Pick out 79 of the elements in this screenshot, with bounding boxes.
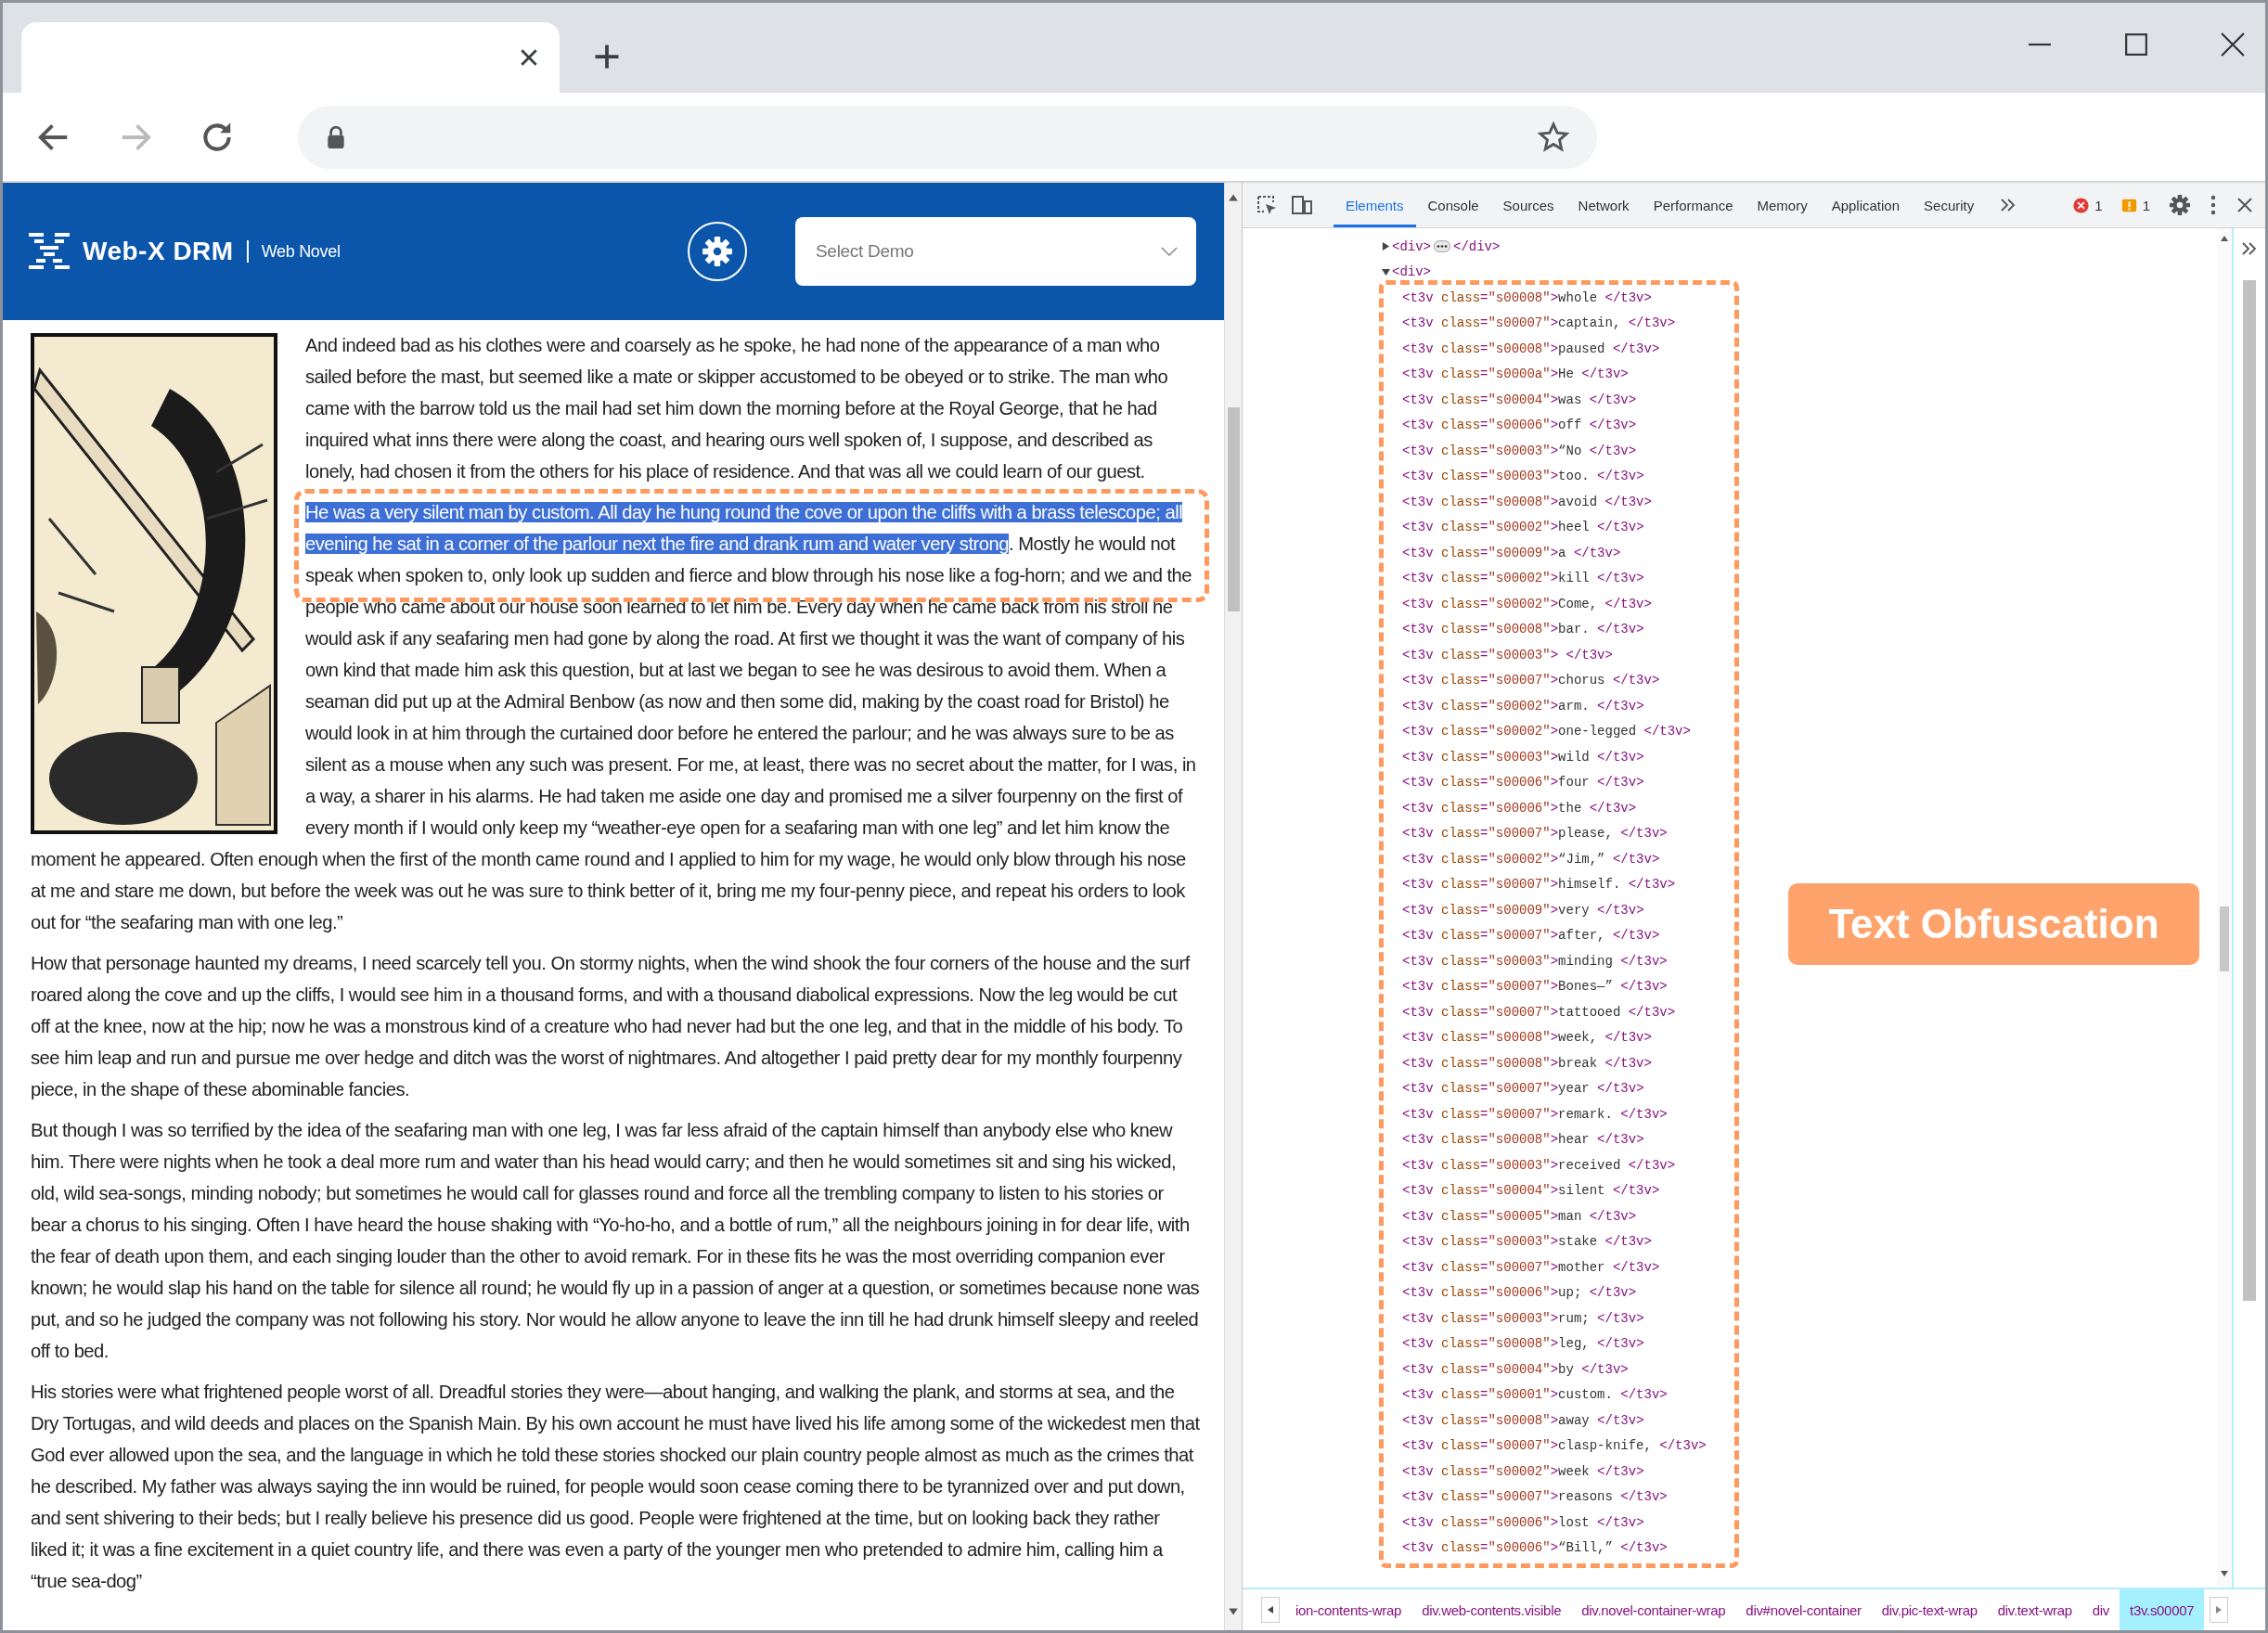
dom-node[interactable]: <t3v class="s00006">“Bill,” </t3v> xyxy=(1402,1540,1668,1556)
breadcrumb-item[interactable]: div.novel-container-wrap xyxy=(1571,1589,1736,1630)
devtools-tab[interactable]: Application xyxy=(1819,186,1913,227)
dom-node[interactable]: <t3v class="s00007">please, </t3v> xyxy=(1402,826,1668,842)
dom-node[interactable]: <t3v class="s00002">heel </t3v> xyxy=(1402,520,1644,535)
brand-name: Web-X DRM xyxy=(83,237,234,266)
dom-node[interactable]: <t3v class="s00006">up; </t3v> xyxy=(1402,1285,1637,1301)
breadcrumb-item[interactable]: ion-contents-wrap xyxy=(1285,1589,1412,1630)
dom-node[interactable]: <t3v class="s00008">hear </t3v> xyxy=(1402,1132,1644,1148)
dom-tag[interactable]: <div> xyxy=(1392,238,1431,254)
dom-node[interactable]: <t3v class="s00008">week, </t3v> xyxy=(1402,1030,1652,1046)
dom-node[interactable]: <t3v class="s00003">wild </t3v> xyxy=(1402,749,1644,765)
section-title: Web Novel xyxy=(261,241,341,262)
dom-node[interactable]: <t3v class="s00007">chorus </t3v> xyxy=(1402,673,1660,688)
devtools-tab[interactable]: Security xyxy=(1912,186,1987,227)
error-count: 1 xyxy=(2094,197,2103,213)
novel-paragraph: But though I was so terrified by the idea of the seafaring man with one leg, I was far less afraid of the captain himself than anybody else who knew him. There were nights when he took a deal more rum and water than his head would carry; and then he would sometimes sit and sing his wicked, old, wild sea-songs, minding nobody; but sometimes he would call for glasses round and force all the trembling company to listen to his stories or bear a chorus to his singing. Often I have heard the house shaking with “Yo-ho-ho, and a bottle of rum,” all the neighbours joining in for dear life, with the fear of death upon them, and each singing louder than the other to avoid remark. For in these fits he was the most overriding companion ever known; he would slap his hand on the table for silence all round; he would fly up in a passion of anger at a question, or sometimes because none was put, and so he judged the company was not following his story. Nor would he allow anyone to leave the inn till he had drunk himself sleepy and reeled off to bed. xyxy=(31,1119,1200,1363)
dom-node[interactable]: <t3v class="s00003">too. </t3v> xyxy=(1402,469,1644,484)
dom-node[interactable]: <t3v class="s00002">Come, </t3v> xyxy=(1402,596,1652,611)
dom-node[interactable]: <t3v class="s00002">kill </t3v> xyxy=(1402,571,1644,586)
dom-node[interactable]: <t3v class="s00003">“No </t3v> xyxy=(1402,443,1637,458)
dom-node[interactable]: <t3v class="s00002">week </t3v> xyxy=(1402,1463,1644,1479)
dom-node[interactable]: <t3v class="s00003"> </t3v> xyxy=(1402,647,1613,662)
breadcrumb-item[interactable]: t3v.s00007 xyxy=(2120,1589,2205,1630)
dom-node[interactable]: <t3v class="s00008">bar. </t3v> xyxy=(1402,622,1644,637)
dom-node[interactable]: <t3v class="s00002">arm. </t3v> xyxy=(1402,698,1644,714)
dom-node[interactable]: <t3v class="s00001">custom. </t3v> xyxy=(1402,1387,1668,1403)
dom-tag[interactable]: <div> xyxy=(1392,264,1431,280)
dom-node[interactable]: <t3v class="s00007">clasp-knife, </t3v> xyxy=(1402,1438,1707,1454)
devtools-tab[interactable]: Elements xyxy=(1334,186,1416,227)
dom-node[interactable]: <t3v class="s00009">very </t3v> xyxy=(1402,902,1644,918)
dom-node[interactable]: <t3v class="s00007">tattooed </t3v> xyxy=(1402,1004,1676,1020)
dom-node[interactable]: <t3v class="s00007">mother </t3v> xyxy=(1402,1259,1660,1275)
breadcrumb-item[interactable]: div xyxy=(2081,1589,2120,1630)
devtools-tab[interactable]: Performance xyxy=(1641,186,1746,227)
dom-node[interactable]: <t3v class="s00004">silent </t3v> xyxy=(1402,1183,1660,1199)
devtools-tab[interactable]: Network xyxy=(1566,186,1642,227)
dom-node[interactable]: <t3v class="s00002">“Jim,” </t3v> xyxy=(1402,851,1660,867)
dom-tag[interactable]: </div> xyxy=(1453,238,1501,254)
warning-count: 1 xyxy=(2142,197,2150,213)
dom-node[interactable]: <t3v class="s00003">received </t3v> xyxy=(1402,1157,1676,1173)
dom-node[interactable]: <t3v class="s00003">minding </t3v> xyxy=(1402,953,1668,969)
dom-node[interactable]: <t3v class="s00007">captain, </t3v> xyxy=(1402,315,1676,331)
dom-node[interactable]: <t3v class="s00007">after, </t3v> xyxy=(1402,928,1660,944)
novel-paragraph: And indeed bad as his clothes were and coarsely as he spoke, he had none of the appearance of a man who sailed before the mast, but seemed like a mate or skipper accustomed to be obeyed or to strike. The man who came with the barrow told us the mail had set him down the morning before at the Royal George, that he had inquired what inns there were along the coast, and hearing ours well spoken of, I suppose, and described as lonely, had chosen it from the others for his place of residence. And that was all we could learn of our guest. xyxy=(304,334,1169,483)
dom-node[interactable]: <t3v class="s00007">year </t3v> xyxy=(1402,1081,1644,1097)
dom-node[interactable]: <t3v class="s00008">leg, </t3v> xyxy=(1402,1336,1644,1352)
demo-select[interactable]: Select Demo xyxy=(795,217,1196,286)
novel-paragraph: His stories were what frightened people worst of all. Dreadful stories they were—about hanging, and walking the plank, and storms at sea, and the Dry Tortugas, and wild deeds and places on the Spanish Main. By his own account he must have lived his life among some of the wickedest men that God ever allowed upon the sea, and the language in which he told these stories shocked our plain country people almost as much as the crimes that he described. My father was always saying the inn would be ruined, for people would soon cease coming there to be tyrannized over and put down, and sent shivering to their beds; but I really believe his presence did us good. People were frightened at the time, but on looking back they rather liked it; it was a fine excitement in a quiet country life, and there was even a party of the younger men who pretended to admire him, calling him a “true sea-dog” xyxy=(31,1381,1200,1593)
dom-node[interactable]: <t3v class="s00002">one-legged </t3v> xyxy=(1402,724,1691,739)
dom-node[interactable]: <t3v class="s00009">a </t3v> xyxy=(1402,545,1621,560)
dom-node[interactable]: <t3v class="s0000a">He </t3v> xyxy=(1402,366,1629,382)
dom-node[interactable]: <t3v class="s00006">the </t3v> xyxy=(1402,800,1637,816)
dom-node[interactable]: <t3v class="s00006">off </t3v> xyxy=(1402,418,1637,433)
devtools-tab[interactable]: Sources xyxy=(1490,186,1566,227)
dom-node[interactable]: <t3v class="s00007">remark. </t3v> xyxy=(1402,1106,1668,1122)
novel-paragraph: How that personage haunted my dreams, I need scarcely tell you. On stormy nights, when the wind shook the four corners of the house and the surf roared along the cove and up the cliffs, I would see him in a thousand forms, and with a thousand diabolical expressions. Now the leg would be cut off at the knee, now at the hip; now he was a monstrous kind of a creature who had never had but the one leg, and that in the middle of his body. To see him leap and run and pursue me over hedge and ditch was the worst of nightmares. And altogether I paid pretty dear for my monthly fourpenny piece, in the shape of these abominable fancies. xyxy=(31,952,1192,1101)
dom-node[interactable]: <t3v class="s00007">himself. </t3v> xyxy=(1402,877,1676,893)
breadcrumb-item[interactable]: div#novel-container xyxy=(1735,1589,1872,1630)
breadcrumb-item[interactable]: div.web-contents.visible xyxy=(1411,1589,1572,1630)
devtools-tab[interactable]: Console xyxy=(1415,186,1491,227)
breadcrumb-item[interactable]: div.pic-text-wrap xyxy=(1871,1589,1988,1630)
dom-node[interactable]: <t3v class="s00008">away </t3v> xyxy=(1402,1412,1644,1428)
dom-node[interactable]: <t3v class="s00007">reasons </t3v> xyxy=(1402,1489,1668,1505)
annotation-label: Text Obfuscation xyxy=(1788,883,2199,965)
dom-node[interactable]: <t3v class="s00008">avoid </t3v> xyxy=(1402,494,1652,509)
dom-node[interactable]: <t3v class="s00007">Bones—” </t3v> xyxy=(1402,979,1668,995)
dom-node[interactable]: <t3v class="s00003">rum; </t3v> xyxy=(1402,1310,1644,1326)
dom-node[interactable]: <t3v class="s00006">four </t3v> xyxy=(1402,775,1644,791)
dom-node[interactable]: <t3v class="s00008">whole </t3v> xyxy=(1402,289,1652,305)
dom-node[interactable]: <t3v class="s00004">was </t3v> xyxy=(1402,392,1637,407)
breadcrumb-item[interactable]: div.text-wrap xyxy=(1987,1589,2082,1630)
dom-node[interactable]: <t3v class="s00005">man </t3v> xyxy=(1402,1208,1637,1224)
dom-node[interactable]: <t3v class="s00004">by </t3v> xyxy=(1402,1361,1629,1377)
devtools-tab[interactable]: Memory xyxy=(1745,186,1820,227)
dom-node[interactable]: <t3v class="s00008">paused </t3v> xyxy=(1402,341,1660,356)
dom-node[interactable]: <t3v class="s00008">break </t3v> xyxy=(1402,1055,1652,1071)
dom-node[interactable]: <t3v class="s00003">stake </t3v> xyxy=(1402,1234,1652,1250)
dom-node[interactable]: <t3v class="s00006">lost </t3v> xyxy=(1402,1514,1644,1530)
